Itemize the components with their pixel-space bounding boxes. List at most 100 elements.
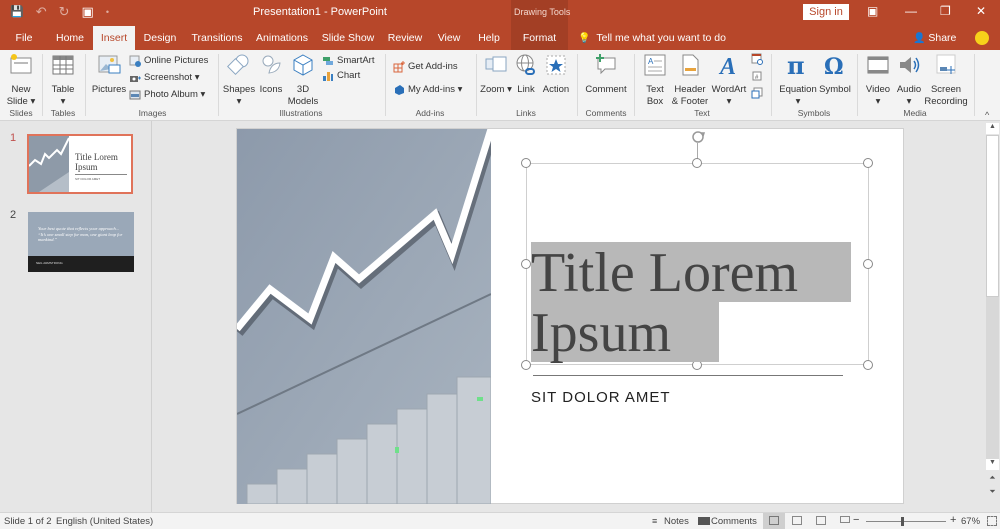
minimize-icon[interactable]: — [905,4,917,18]
resize-handle-top-right[interactable] [863,158,873,168]
my-addins-button[interactable]: My Add-ins ▾ [393,83,462,97]
resize-handle-right[interactable] [863,259,873,269]
tab-transitions[interactable]: Transitions [190,26,244,50]
ribbon-insert: New Slide ▾ Slides Table ▾ Tables Pictur… [0,50,1000,121]
text-box-button[interactable]: A Text Box [640,53,670,108]
online-pictures-button[interactable]: Online Pictures [129,54,208,68]
staircase-chart-photo[interactable] [237,129,491,504]
thumbnail-quote: Your best quote that reflects your appro… [38,226,123,242]
resize-handle-top[interactable] [692,158,702,168]
scrollbar-track[interactable] [986,297,999,459]
tab-format[interactable]: Format [511,26,568,50]
title-divider-line [533,375,843,376]
zoom-out-button[interactable]: − [853,514,859,526]
scrollbar-thumb[interactable] [986,135,999,297]
ribbon-display-options-icon[interactable]: ▣ [867,4,878,18]
smartart-button[interactable]: SmartArt [322,54,374,68]
tab-file[interactable]: File [8,26,40,50]
tab-help[interactable]: Help [474,26,504,50]
tab-slide-show[interactable]: Slide Show [320,26,376,50]
zoom-button[interactable]: Zoom ▾ [480,53,512,96]
slide-canvas[interactable]: Title Lorem Ipsum SIT DOLOR AMET [236,128,904,504]
language-indicator[interactable]: English (United States) [56,516,153,527]
omega-icon: Ω [824,54,844,80]
wordart-button[interactable]: A WordArt ▾ [710,53,748,108]
screen-recording-button[interactable]: Screen Recording [924,53,968,108]
zoom-in-button[interactable]: + [950,514,956,526]
object-icon[interactable] [751,87,763,99]
3d-models-button[interactable]: 3D Models [286,53,320,108]
slide-show-icon[interactable] [840,516,850,523]
pictures-icon [98,55,121,74]
header-footer-button[interactable]: Header & Footer [670,53,710,108]
close-icon[interactable]: ✕ [976,4,986,18]
get-addins-button[interactable]: Get Add-ins [393,60,458,74]
tell-me-search[interactable]: 💡 Tell me what you want to do [578,26,726,50]
tab-design[interactable]: Design [139,26,181,50]
tab-insert[interactable]: Insert [93,26,135,50]
collapse-ribbon-button[interactable]: ^ [985,110,989,120]
symbol-button[interactable]: Ω Symbol [818,53,852,96]
resize-handle-bottom-right[interactable] [863,360,873,370]
zoom-slider-thumb[interactable] [901,517,904,526]
scroll-down-arrow-icon[interactable]: ▼ [986,459,999,470]
scroll-up-arrow-icon[interactable]: ▲ [986,123,999,134]
svg-text:π: π [787,53,805,77]
slide-thumbnail-1[interactable]: Title Lorem Ipsum SIT DOLOR AMET [27,134,133,194]
slide-title[interactable]: Title Lorem Ipsum [531,243,798,363]
table-button[interactable]: Table ▾ [48,53,78,108]
zoom-slider-track[interactable] [866,521,946,522]
tell-me-text: Tell me what you want to do [596,32,726,44]
fit-to-window-icon[interactable] [987,516,997,526]
table-label: Table ▾ [51,84,75,107]
slide-number-icon[interactable]: # [751,70,763,82]
date-time-icon[interactable] [751,53,763,65]
resize-handle-left[interactable] [521,259,531,269]
slide-subtitle[interactable]: SIT DOLOR AMET [531,389,671,406]
equation-button[interactable]: π Equation ▾ [777,51,819,108]
vertical-scrollbar[interactable]: ▲ ▼ ⏶ ⏷ [985,121,1000,512]
comments-button[interactable]: Comments [711,516,757,527]
photo-album-button[interactable]: Photo Album ▾ [129,88,205,102]
slide-thumbnail-2[interactable]: Your best quote that reflects your appro… [28,212,134,272]
shapes-button[interactable]: Shapes ▾ [222,53,256,108]
link-label: Link [517,84,535,95]
comments-icon[interactable] [698,517,710,525]
icons-button[interactable]: Icons [256,53,286,96]
reading-view-icon[interactable] [816,516,826,525]
tab-home[interactable]: Home [50,26,90,50]
zoom-level[interactable]: 67% [961,516,980,527]
video-button[interactable]: Video ▾ [863,53,893,108]
slide-sorter-icon[interactable] [792,516,802,525]
notes-icon[interactable]: ≡ [652,516,657,526]
pictures-button[interactable]: Pictures [91,53,127,96]
comment-button[interactable]: Comment [582,53,630,96]
slide-count: Slide 1 of 2 [4,516,52,527]
new-slide-button[interactable]: New Slide ▾ [6,53,36,108]
screenshot-label: Screenshot ▾ [144,72,200,83]
next-slide-icon[interactable]: ⏷ [986,487,999,498]
share-button[interactable]: 👤 Share [913,26,956,50]
shapes-icon [227,54,249,75]
audio-button[interactable]: Audio ▾ [894,53,924,108]
restore-icon[interactable]: ❐ [940,4,951,18]
group-separator [42,54,43,116]
action-button[interactable]: Action [540,53,572,96]
title-bar: 💾 ↶ ↻ ▣ • Presentation1 - PowerPoint Dra… [0,0,1000,50]
sign-in-button[interactable]: Sign in [803,4,849,20]
screenshot-button[interactable]: Screenshot ▾ [129,71,199,85]
chart-button[interactable]: Chart [322,69,360,83]
tab-review[interactable]: Review [386,26,424,50]
resize-handle-bottom-left[interactable] [521,360,531,370]
link-button[interactable]: Link [512,53,540,96]
feedback-smiley-icon[interactable] [975,31,989,45]
resize-handle-top-left[interactable] [521,158,531,168]
previous-slide-icon[interactable]: ⏶ [986,473,999,484]
slide-title-line2: Ipsum [531,302,671,364]
tab-animations[interactable]: Animations [255,26,309,50]
notes-button[interactable]: Notes [664,516,689,527]
group-label-media: Media [903,108,927,118]
group-label-illustrations: Illustrations [279,108,323,118]
rotate-handle-icon[interactable] [690,129,706,145]
tab-view[interactable]: View [434,26,464,50]
